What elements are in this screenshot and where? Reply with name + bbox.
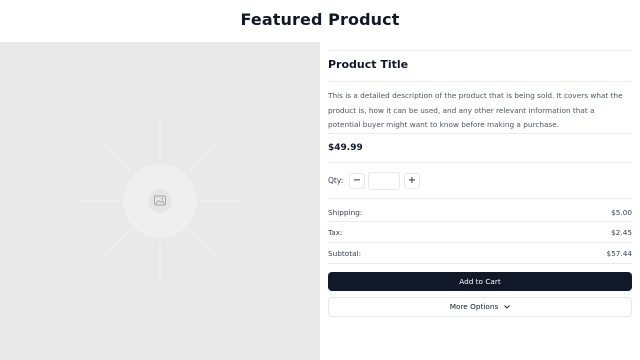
shipping-label: Shipping:: [328, 208, 363, 217]
product-image-placeholder: [0, 42, 320, 360]
add-to-cart-button[interactable]: Add to Cart: [328, 272, 632, 291]
shipping-value: $5.00: [611, 208, 632, 217]
chevron-down-icon: [504, 298, 511, 316]
tax-value: $2.45: [611, 228, 632, 237]
quantity-label: Qty:: [328, 176, 344, 185]
divider: [328, 263, 632, 264]
page-title: Featured Product: [240, 10, 400, 29]
divider: [328, 81, 632, 82]
tax-label: Tax:: [328, 228, 343, 237]
quantity-selector: Qty: − +: [328, 172, 448, 190]
divider: [328, 198, 632, 199]
divider: [328, 221, 632, 222]
quantity-input[interactable]: [368, 172, 400, 190]
product-title: Product Title: [328, 58, 409, 71]
divider: [328, 133, 632, 134]
subtotal-value: $57.44: [606, 249, 632, 258]
decrement-button[interactable]: −: [349, 173, 365, 189]
product-price: $49.99: [328, 143, 363, 153]
more-options-label: More Options: [449, 302, 499, 311]
divider: [328, 50, 632, 51]
more-options-button[interactable]: More Options: [328, 297, 632, 317]
product-description: This is a detailed description of the pr…: [328, 91, 623, 129]
divider: [328, 242, 632, 243]
increment-button[interactable]: +: [404, 173, 420, 189]
subtotal-label: Subtotal:: [328, 249, 362, 258]
divider: [328, 162, 632, 163]
